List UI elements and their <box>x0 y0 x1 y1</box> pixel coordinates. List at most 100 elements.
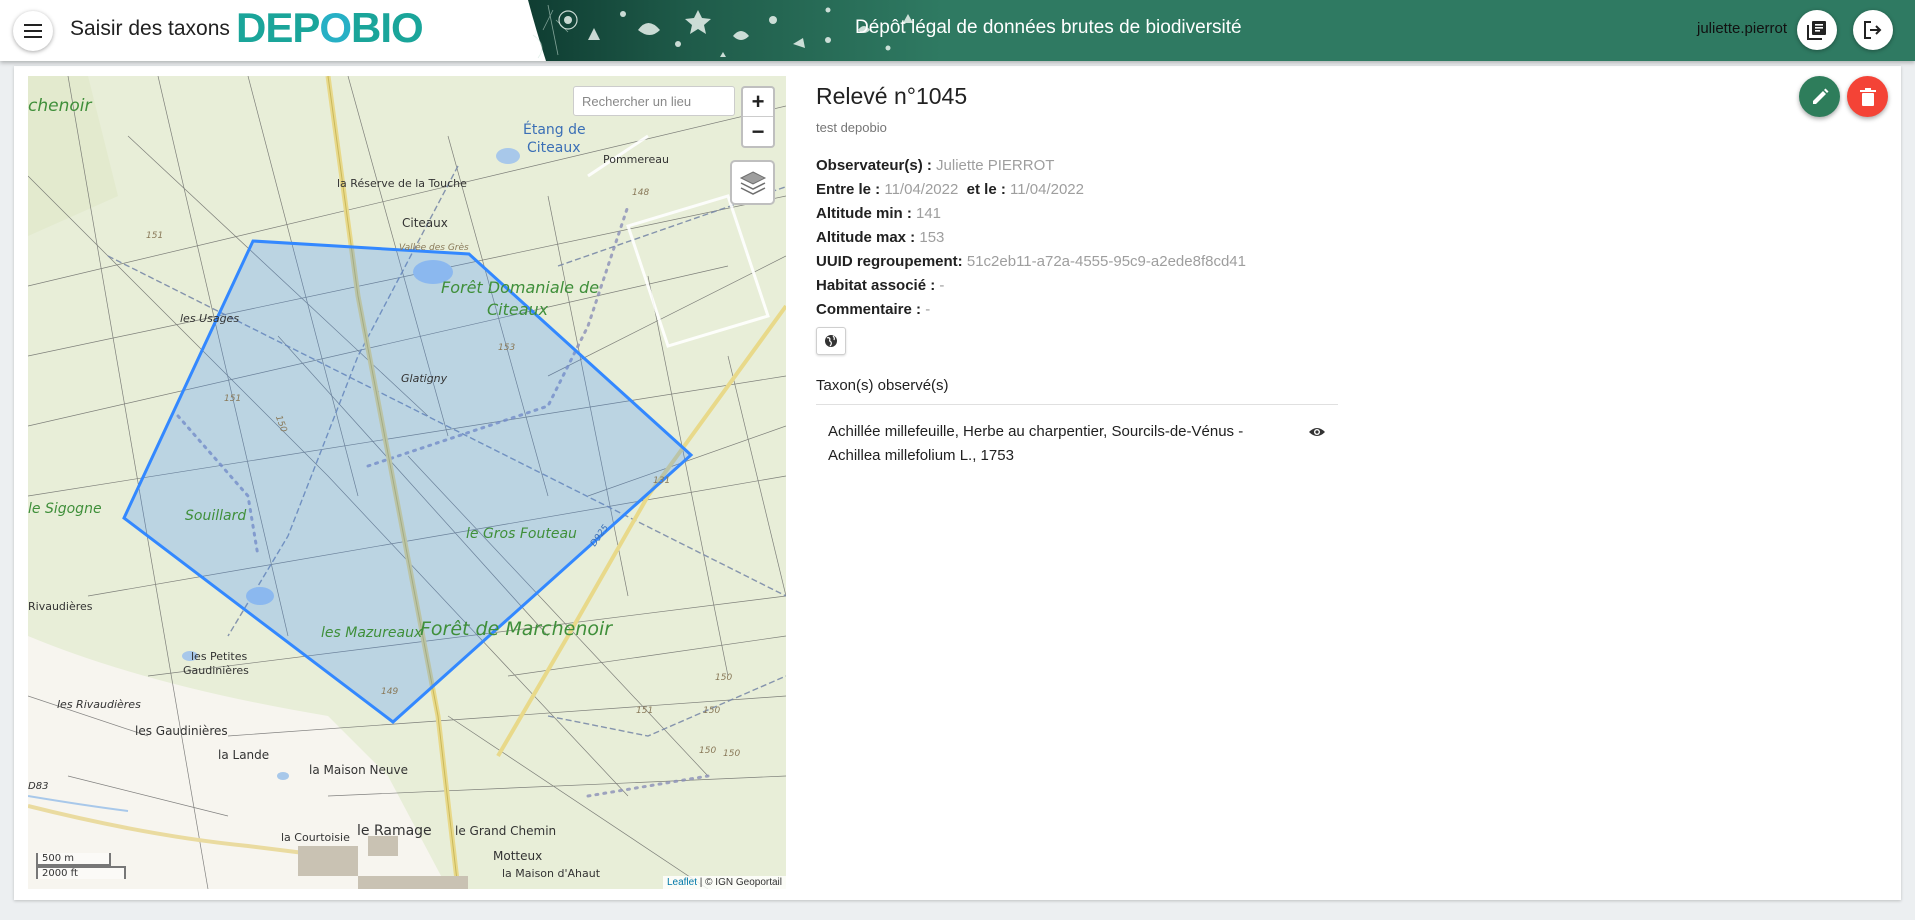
leaflet-link[interactable]: Leaflet <box>667 877 697 888</box>
layers-icon <box>739 170 766 195</box>
contour-label: 150 <box>699 746 717 756</box>
layers-button[interactable] <box>730 160 775 205</box>
logo-text-dep: DEP <box>236 4 320 51</box>
map-label: le Sigogne <box>28 501 102 517</box>
map-label: Forêt de Marchenoir <box>420 618 613 640</box>
map-label: Forêt Domaniale de <box>441 278 600 297</box>
map-label: les Rivaudières <box>57 698 141 711</box>
logo-text-bio: BIO <box>351 4 424 51</box>
globe-icon <box>825 335 837 347</box>
habitat-row: Habitat associé : - <box>816 277 944 294</box>
habitat-label: Habitat associé : <box>816 277 936 294</box>
map-label: Souillard <box>185 508 247 524</box>
map-label: Vallée des Grès <box>399 243 469 253</box>
map-label: Motteux <box>493 849 543 863</box>
habitat-value: - <box>939 277 945 294</box>
menu-button[interactable] <box>13 11 53 51</box>
uuid-row: UUID regroupement: 51c2eb11-a72a-4555-95… <box>816 253 1246 270</box>
eye-icon <box>1309 428 1325 436</box>
contour-label: 153 <box>498 343 516 353</box>
map-label: les Usages <box>180 312 240 325</box>
contour-label: 148 <box>632 188 650 198</box>
uuid-value: 51c2eb11-a72a-4555-95c9-a2ede8f8cd41 <box>966 253 1246 270</box>
commentaire-label: Commentaire : <box>816 301 922 318</box>
pencil-icon <box>1812 88 1828 104</box>
edit-button[interactable] <box>1799 76 1840 117</box>
releve-title: Relevé n°1045 <box>816 83 968 109</box>
logout-button[interactable] <box>1853 10 1893 50</box>
commentaire-row: Commentaire : - <box>816 301 930 318</box>
contour-label: 131 <box>653 476 671 486</box>
map-label: Citeaux <box>487 300 549 319</box>
map-label: le Ramage <box>357 823 432 839</box>
contour-label: 150 <box>715 673 733 683</box>
taxon-list-item: Achillée millefeuille, Herbe au charpent… <box>828 423 1244 464</box>
map-label: la Courtoisie <box>281 831 350 844</box>
map-label: Citeaux <box>527 140 581 156</box>
logout-icon <box>1864 21 1882 39</box>
app-title: Saisir des taxons <box>70 17 230 40</box>
map-label: Étang de <box>523 122 586 138</box>
alt-min-value: 141 <box>916 205 942 222</box>
alt-min-label: Altitude min : <box>816 205 912 222</box>
map-label: Rivaudières <box>28 600 93 613</box>
map-label: les Gaudinières <box>135 724 228 738</box>
alt-max-value: 153 <box>919 229 945 246</box>
observateurs-row: Observateur(s) : Juliette PIERROT <box>816 157 1054 174</box>
depobio-logo[interactable]: DEPOBIO <box>236 4 424 52</box>
contour-label: 149 <box>381 687 399 697</box>
entre-label: Entre le : <box>816 181 881 198</box>
library-books-icon <box>1807 21 1826 40</box>
contour-label: 151 <box>224 394 242 404</box>
alt-min-row: Altitude min : 141 <box>816 205 941 222</box>
taxa-divider <box>816 404 1338 405</box>
map-label: la Maison d'Ahaut <box>502 867 601 880</box>
zoom-control: + − <box>741 86 775 148</box>
scale-metric: 500 m <box>36 853 111 866</box>
contour-label: 151 <box>636 706 654 716</box>
releve-subtitle: test depobio <box>816 120 887 135</box>
et-value: 11/04/2022 <box>1010 181 1084 198</box>
menu-icon <box>24 24 42 38</box>
logo-text-o: O <box>319 4 352 51</box>
attribution-text: | © IGN Geoportail <box>699 877 782 888</box>
observateurs-label: Observateur(s) : <box>816 157 932 174</box>
map-label: Glatigny <box>401 372 448 385</box>
taxa-section-title: Taxon(s) observé(s) <box>816 377 949 394</box>
trash-icon <box>1859 87 1876 106</box>
uuid-label: UUID regroupement: <box>816 253 963 270</box>
app-header: Saisir des taxons DEPOBIO Dépôt légal de… <box>0 0 1915 61</box>
map-label: les Petites <box>191 650 248 663</box>
et-label: et le : <box>966 181 1006 198</box>
map-label: chenoir <box>28 96 92 116</box>
map-label: la Maison Neuve <box>309 763 409 777</box>
map-scale: 500 m 2000 ft <box>36 853 126 879</box>
map-label: le Grand Chemin <box>455 824 557 838</box>
username: juliette.pierrot <box>1697 20 1788 37</box>
dates-row: Entre le : 11/04/2022 et le : 11/04/2022 <box>816 181 1084 198</box>
observateurs-value: Juliette PIERROT <box>936 157 1055 174</box>
map-attribution: Leaflet | © IGN Geoportail <box>662 876 786 889</box>
delete-button[interactable] <box>1847 76 1888 117</box>
view-taxon-button[interactable] <box>1306 422 1328 442</box>
show-on-map-button[interactable] <box>816 327 846 355</box>
commentaire-value: - <box>925 301 931 318</box>
contour-label: 150 <box>703 706 721 716</box>
map-label: Citeaux <box>402 216 448 230</box>
map-label: D83 <box>28 781 49 792</box>
contour-label: 150 <box>723 749 741 759</box>
documentation-button[interactable] <box>1797 10 1837 50</box>
alt-max-label: Altitude max : <box>816 229 916 246</box>
map[interactable]: chenoir Étang de Citeaux Pommereau la Ré… <box>28 76 786 889</box>
map-label: les Mazureaux <box>321 625 423 641</box>
zoom-out-button[interactable]: − <box>743 117 773 146</box>
entre-value: 11/04/2022 <box>884 181 959 198</box>
place-search-input[interactable]: Rechercher un lieu <box>573 86 735 116</box>
map-label: Gaudinières <box>183 664 249 677</box>
map-label: la Réserve de la Touche <box>337 177 467 190</box>
banner-title: Dépôt légal de données brutes de biodive… <box>855 17 1242 38</box>
map-label: Pommereau <box>603 153 669 166</box>
scale-imperial: 2000 ft <box>36 866 126 879</box>
map-label: la Lande <box>218 748 270 762</box>
zoom-in-button[interactable]: + <box>743 88 773 117</box>
